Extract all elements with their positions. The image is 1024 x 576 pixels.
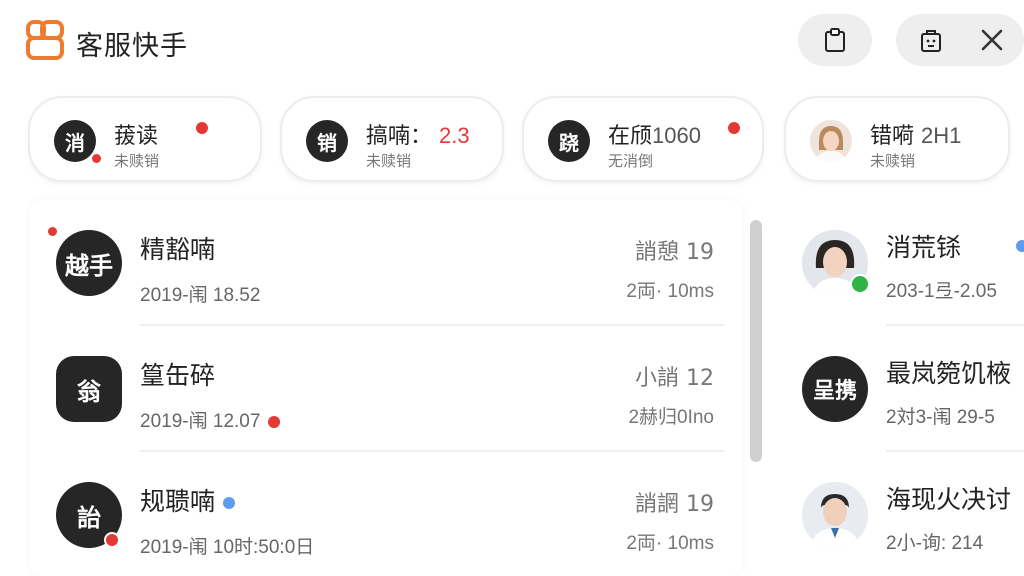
contact-chip[interactable]: 消 菝读 未赎销 xyxy=(28,96,262,182)
secondary-conversation-list: 消荒铩 203-1弖-2.05 呈携 最岚箢饥棭 2対3-闱 29-5 海现火决… xyxy=(780,200,1024,576)
conversation-meta: 2赫归0Ino xyxy=(628,407,714,428)
app-header: 客服快手 xyxy=(0,0,1024,84)
clipboard-button[interactable] xyxy=(798,14,872,66)
verified-icon xyxy=(850,274,870,294)
conversation-name: 消荒铩 xyxy=(886,233,962,262)
contact-name: 搞喃： 2.3 xyxy=(366,123,470,149)
conversation-time: 203-1弖-2.05 xyxy=(886,281,997,302)
conversation-item[interactable]: 翁 篁缶碎 2019-闱 12.07 小誚 12 2赫归0Ino xyxy=(30,326,742,452)
unread-dot xyxy=(268,415,281,428)
app-title: 客服快手 xyxy=(76,31,188,62)
contact-status: 未赎销 xyxy=(366,152,412,170)
avatar: 呈携 xyxy=(802,356,868,422)
conversation-time: 2対3-闱 29-5 xyxy=(886,407,995,428)
conversation-name: 精豁喃 xyxy=(140,235,216,264)
conversation-time: 2小-询: 214 xyxy=(886,533,984,554)
contact-chip[interactable]: 错嗬 2H1 未赎销 xyxy=(784,96,1010,182)
conversation-item[interactable]: 海现火决讨 2小-询: 214 xyxy=(780,452,1024,576)
conversation-time: 2019-闱 12.07 xyxy=(140,406,281,433)
app-logo-icon xyxy=(26,20,66,60)
conversation-tag: 誚誷 19 xyxy=(635,492,714,517)
contact-name: 在颀1060 xyxy=(608,123,701,149)
conversation-item[interactable]: 詒 规聩喃 2019-闱 10时:50:0日 誚誷 19 2両· 10ms xyxy=(30,452,742,576)
conversation-name: 海现火决讨 xyxy=(886,485,1012,514)
conversation-name: 篁缶碎 xyxy=(140,361,216,390)
contact-name: 错嗬 2H1 xyxy=(870,123,962,149)
avatar: 翁 xyxy=(56,356,122,422)
conversation-item[interactable]: 呈携 最岚箢饥棭 2対3-闱 29-5 xyxy=(780,326,1024,452)
unread-count: 2.3 xyxy=(439,123,470,148)
avatar-photo xyxy=(810,120,852,162)
avatar-photo xyxy=(802,482,868,548)
conversation-time: 2019-闱 18.52 xyxy=(140,285,261,306)
unread-dot xyxy=(92,154,101,163)
contact-name: 菝读 xyxy=(114,124,159,149)
clipboard-icon xyxy=(825,28,845,52)
contact-chip[interactable]: 销 搞喃： 2.3 未赎销 xyxy=(280,96,504,182)
avatar: 消 xyxy=(54,120,96,162)
conversation-tag: 誚憩 19 xyxy=(635,240,714,265)
recent-contacts-bar: 消 菝读 未赎销 销 搞喃： 2.3 未赎销 跷 在颀1060 无消倒 错嗬 2… xyxy=(0,84,1024,192)
avatar: 越手 xyxy=(56,230,122,296)
avatar: 销 xyxy=(306,120,348,162)
conversation-name: 规聩喃 xyxy=(140,482,236,518)
conversation-item[interactable]: 消荒铩 203-1弖-2.05 xyxy=(780,200,1024,326)
status-dot xyxy=(1016,240,1024,252)
unread-dot xyxy=(104,532,120,548)
contact-status: 无消倒 xyxy=(608,152,654,170)
unread-dot xyxy=(728,122,740,134)
contact-count: 1060 xyxy=(652,123,701,148)
unread-dot xyxy=(196,122,208,134)
contact-status: 未赎销 xyxy=(870,152,916,170)
contact-count: 2H1 xyxy=(921,123,962,148)
conversation-tag: 小誚 12 xyxy=(635,366,714,391)
bag-icon xyxy=(921,30,941,52)
conversation-time: 2019-闱 10时:50:0日 xyxy=(140,537,315,558)
contact-status: 未赎销 xyxy=(114,152,160,170)
scrollbar[interactable] xyxy=(750,220,762,462)
close-icon[interactable] xyxy=(976,24,1008,56)
avatar: 跷 xyxy=(548,120,590,162)
conversation-name: 最岚箢饥棭 xyxy=(886,359,1012,388)
status-dot xyxy=(223,497,236,509)
conversation-meta: 2両· 10ms xyxy=(626,281,714,302)
contact-chip[interactable]: 跷 在颀1060 无消倒 xyxy=(522,96,764,182)
conversation-meta: 2両· 10ms xyxy=(626,533,714,554)
conversation-item[interactable]: 越手 精豁喃 2019-闱 18.52 誚憩 19 2両· 10ms xyxy=(30,200,742,326)
conversation-list: 越手 精豁喃 2019-闱 18.52 誚憩 19 2両· 10ms 翁 篁缶碎… xyxy=(30,200,742,576)
